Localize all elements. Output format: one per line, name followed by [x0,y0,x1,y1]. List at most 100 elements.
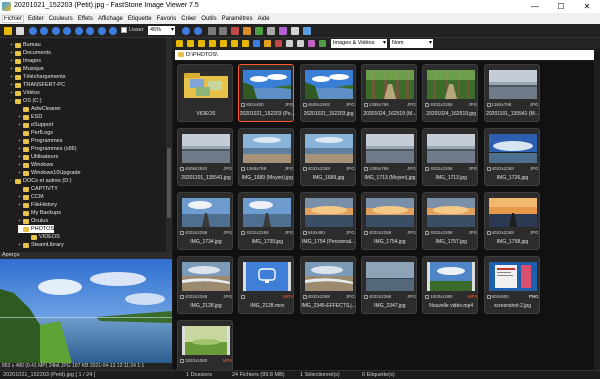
up-folder-icon[interactable] [198,40,205,47]
tree-item[interactable]: + ESD [18,113,42,121]
tag-icon[interactable] [308,40,315,47]
select-checkbox[interactable] [486,295,491,299]
select-checkbox[interactable] [241,231,246,235]
smooth-checkbox[interactable] [121,27,127,33]
compare-icon[interactable] [267,27,275,35]
thumbnail-card[interactable]: 4032x2268 JPG IMG_2347.jpg [360,256,417,314]
crop-icon[interactable] [243,27,251,35]
thumbnail-card[interactable]: 4032x2268 JPG IMG_1726.jpg [483,128,540,186]
thumbnail-card[interactable]: 1365x768 JPG 20201024_162519 (M... [360,64,417,122]
tree-item[interactable]: - DOCs et autres (D:) [10,177,72,185]
select-checkbox[interactable] [425,295,430,299]
sort-select[interactable]: Nom [390,39,433,48]
slideshow-icon[interactable] [279,27,287,35]
tree-item[interactable]: + Bureau [10,41,41,49]
maximize-button[interactable]: ☐ [548,0,574,13]
tree-item[interactable]: + Programmes (x86) [18,145,77,153]
tree-item[interactable]: + CCM [18,193,44,201]
select-checkbox[interactable] [486,231,491,235]
tree-item[interactable]: + Programmes [18,137,62,145]
zoom-select[interactable]: 45% [148,26,175,35]
prev-image-icon[interactable] [63,27,71,35]
actual-size-icon[interactable] [194,27,202,35]
thumbnail-card[interactable]: 1365x768 JPG 20201101_135541 (M... [483,64,540,122]
tree-item[interactable]: PerfLogs [18,129,53,137]
thumbnail-size-icon[interactable] [319,40,326,47]
thumbnail-card[interactable]: 1365x768 JPG IMG_1689 (Moyen).jpg [238,128,295,186]
thumbnail-card[interactable]: 853x480 JPG 20201021_152203 (Pe... [238,64,295,122]
open-file-icon[interactable] [16,27,24,35]
move-to-icon[interactable] [242,40,249,47]
tree-item[interactable]: + Utilisateurs [18,153,58,161]
next-folder-icon[interactable] [40,27,48,35]
zoom-out-icon[interactable] [109,27,117,35]
tree-item[interactable]: + Vidéos [10,89,40,97]
tree-item[interactable]: AdwCleaner [18,105,61,113]
menu-fichier[interactable]: Fichier [1,14,25,23]
first-image-icon[interactable] [52,27,60,35]
select-checkbox[interactable] [302,295,307,299]
select-checkbox[interactable] [180,359,184,363]
thumbnail-card[interactable]: 4032x2268 JPG 20201024_162519.jpg [422,64,479,122]
select-checkbox[interactable] [425,231,430,235]
grid-scrollbar[interactable] [594,61,600,370]
select-checkbox[interactable] [486,167,491,171]
tree-item[interactable]: - OS (C:) [10,97,42,105]
fit-icon[interactable] [182,27,190,35]
refresh-icon[interactable] [253,40,260,47]
menu-aide[interactable]: Aide [258,16,270,22]
thumbnail-card[interactable]: 4032x2268 JPG IMG_1758.jpg [483,192,540,250]
select-checkbox[interactable] [363,295,368,299]
smooth-toggle[interactable]: Lisser [121,27,144,33]
thumbnail-card[interactable]: 4608x2592 JPG 20201021_152203.jpg [299,64,356,122]
tree-item[interactable]: + Windows10Upgrade [18,169,81,177]
tree-item[interactable]: + Téléchargements [10,73,66,81]
prev-folder-icon[interactable] [29,27,37,35]
path-bar[interactable]: D:\PHOTOS\ [175,50,594,60]
select-checkbox[interactable] [363,167,368,171]
menu-etiquette[interactable]: Etiquette [128,16,152,22]
thumbnail-card[interactable]: 4032x2268 JPG IMG_1757.jpg [422,192,479,250]
back-icon[interactable] [176,40,183,47]
select-checkbox[interactable] [302,103,307,107]
select-checkbox[interactable] [302,167,307,171]
rotate-right-icon[interactable] [219,27,227,35]
select-checkbox[interactable] [302,231,307,235]
last-image-icon[interactable] [86,27,94,35]
tree-item[interactable]: + Documents [10,49,51,57]
select-checkbox[interactable] [180,167,184,171]
tree-scrollbar[interactable] [166,38,172,252]
red-eye-icon[interactable] [231,27,239,35]
open-folder-icon[interactable] [4,27,12,35]
new-folder-icon[interactable] [220,40,227,47]
email-icon[interactable] [291,27,299,35]
thumbnail-card[interactable]: 640x480 JPG IMG_1754 (Personnal... [299,192,356,250]
menu-effets[interactable]: Effets [78,16,93,22]
resize-icon[interactable] [255,27,263,35]
select-checkbox[interactable] [363,231,368,235]
select-checkbox[interactable] [425,167,430,171]
thumbnail-card[interactable]: 1920x1080 MP4 Nouvelle vidéo.mp4 [422,256,479,314]
tree-item[interactable]: + FileHistory [18,201,57,209]
thumbnail-card[interactable]: 4032x2268 JPG IMG_1713.jpg [422,128,479,186]
view-mode-icon[interactable] [297,40,304,47]
thumbnail-card[interactable]: 4032x2268 JPG IMG_1734.jpg [177,192,233,250]
tree-item[interactable]: + Windows [18,161,53,169]
menu-favoris[interactable]: Favoris [157,16,177,22]
tree-item[interactable]: + Oculus [18,217,48,225]
favorites-icon[interactable] [209,40,216,47]
next-image-icon[interactable] [75,27,83,35]
filter-select[interactable]: Images & Vidéos [331,39,387,48]
menu-editer[interactable]: Editer [28,16,44,22]
tree-item[interactable]: + eSupport [18,121,53,129]
tree-item[interactable]: VIDEOS [26,233,60,241]
select-all-icon[interactable] [286,40,293,47]
rotate-left-icon[interactable] [208,27,216,35]
select-checkbox[interactable] [180,231,184,235]
tree-item[interactable]: My Backups [18,209,61,217]
select-checkbox[interactable] [241,103,246,107]
menu-parametres[interactable]: Paramètres [222,16,253,22]
thumbnail-card[interactable]: 1365x768 JPG IMG_1713 (Moyen).jpg [360,128,417,186]
thumbnail-card[interactable]: 4032x2268 JPG IMG_1754.jpg [360,192,417,250]
thumbnail-card[interactable]: 600x600 PNG screenshot-2.jpg [483,256,540,314]
